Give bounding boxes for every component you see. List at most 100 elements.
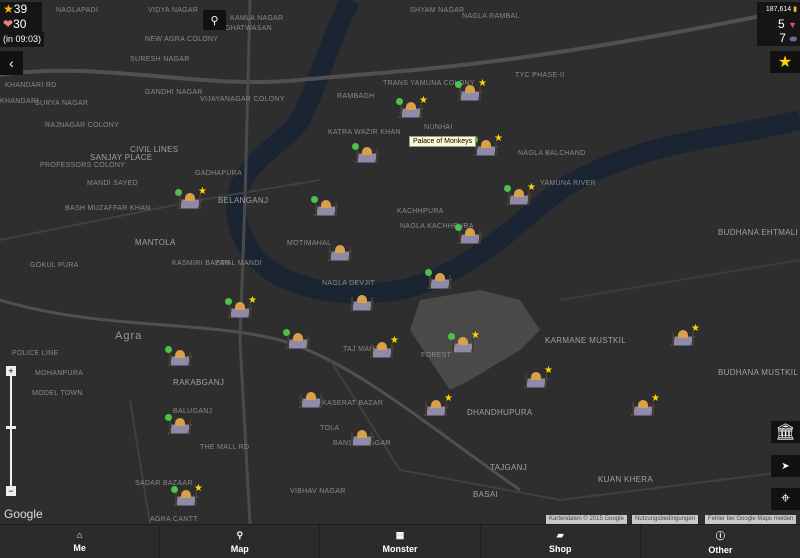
road [329,359,800,502]
nav-map[interactable]: ⚲ Map [160,525,321,558]
map-label: Dhandhupura [467,408,533,417]
nav-shop[interactable]: ▰ Shop [481,525,641,558]
star-icon: ★ [194,483,203,494]
marker-tooltip: Palace of Monkeys [409,136,477,147]
monster-temple-marker[interactable]: ★ [448,330,480,357]
map-geometry [0,0,800,524]
report-error-link[interactable]: Fehler bei Google Maps melden [705,515,797,524]
back-button[interactable]: ‹ [0,51,23,75]
temple-icon [465,228,475,236]
temple-icon [362,147,372,155]
road [0,6,800,85]
map-label: Sadar Bazaar [135,480,193,487]
monster-temple-marker[interactable]: ★ [471,133,503,160]
monster-temple-marker[interactable] [425,269,453,293]
navigation-arrow-icon: ➤ [781,460,790,472]
building-icon: 🏛 [775,424,796,441]
pillar [287,335,289,349]
map-label: Agra [115,330,143,342]
museum-button[interactable]: 🏛 [771,421,800,443]
monster-temple-marker[interactable]: ★ [369,335,399,362]
map-label: Ghatwasan [225,25,273,32]
monster-temple-marker[interactable] [298,390,324,412]
pillar [525,374,527,388]
temple-icon [435,273,445,281]
monster-temple-marker[interactable]: ★ [175,186,207,213]
map-label: Rakabganj [173,378,225,387]
pillar [472,339,474,353]
temple-icon [293,333,303,341]
search-icon: ⚲ [210,14,219,27]
terms-link[interactable]: Nutzungsbedingungen [632,515,699,524]
check-icon [225,298,232,305]
map-label: Kaserat Bazar [322,400,384,407]
star-icon: ★ [691,323,700,334]
pillar [459,87,461,101]
zoom-out-button[interactable]: − [6,486,16,496]
check-icon [175,189,182,196]
temple-icon [514,189,524,197]
pillar [229,304,231,318]
monster-temple-marker[interactable]: ★ [523,365,553,392]
zoom-thumb[interactable] [6,425,16,429]
monster-temple-marker[interactable] [327,243,353,265]
monster-temple-marker[interactable] [283,329,311,353]
nav-other[interactable]: ⓘ Other [641,525,800,558]
pillar [249,304,251,318]
favorites-button[interactable]: ★ [770,51,800,73]
nav-me[interactable]: ⌂ Me [0,525,161,558]
map-label: Nagla Devjit [322,280,376,287]
map-label: Bash Muzaffar Khan [65,205,151,212]
star-icon: ★ [471,330,480,341]
map-label: Agra Cantt [150,516,198,523]
map-label: Vibhav Nagar [290,488,346,495]
pillar [195,492,197,506]
gem-icon: ▼ [788,20,797,30]
monster-temple-marker[interactable] [311,196,339,220]
pillar [169,420,171,434]
map-label: Mandi Sayed [87,180,139,187]
map-label: Mohanpura [35,370,84,377]
temple-icon [377,342,387,350]
check-icon [171,486,178,493]
monster-temple-marker[interactable]: ★ [396,95,428,122]
monster-temple-marker[interactable] [349,428,375,450]
map-label: Professors Colony [40,162,126,169]
map-label: Gadhapura [195,170,243,177]
map[interactable]: Naglapadi Vidya Nagar Kamla Nagar Shyam Nag… [0,0,800,524]
home-icon: ⌂ [76,530,83,540]
star-icon: ★ [248,295,257,306]
pillar [307,335,309,349]
temple-icon [431,400,441,408]
monster-temple-marker[interactable]: ★ [670,323,700,350]
zoom-in-button[interactable]: + [6,366,16,376]
monster-temple-marker[interactable] [352,143,380,167]
star-icon: ★ [527,182,536,193]
search-button[interactable]: ⚲ [203,10,226,30]
bottom-nav: ⌂ Me ⚲ Map ▦ Monster ▰ Shop ⓘ Other [0,524,800,558]
monster-temple-marker[interactable] [165,414,193,438]
monster-temple-marker[interactable]: ★ [504,182,536,209]
pillar [315,202,317,216]
monster-temple-marker[interactable] [455,224,483,248]
map-label: Shyam Nagar [410,7,465,14]
monster-temple-marker[interactable]: ★ [455,78,487,105]
pillar [189,352,191,366]
monster-temple-marker[interactable]: ★ [225,295,257,322]
locate-button[interactable]: ⌖ [771,488,800,510]
check-icon [311,196,318,203]
monster-temple-marker[interactable]: ★ [171,483,203,510]
monster-temple-marker[interactable]: ★ [630,393,660,420]
map-label: Nagla Rambal [462,13,520,20]
zoom-slider[interactable]: + − [6,366,16,496]
monster-temple-marker[interactable] [349,293,375,315]
pillar [429,275,431,289]
check-icon [352,143,359,150]
navigate-button[interactable]: ➤ [771,455,800,477]
monster-temple-marker[interactable]: ★ [423,393,453,420]
monster-temple-marker[interactable] [165,346,193,370]
nav-monster[interactable]: ▦ Monster [320,525,481,558]
map-data-attribution: Kartendaten © 2015 Google [546,515,627,524]
pillar [351,297,353,311]
temple-icon [465,85,475,93]
